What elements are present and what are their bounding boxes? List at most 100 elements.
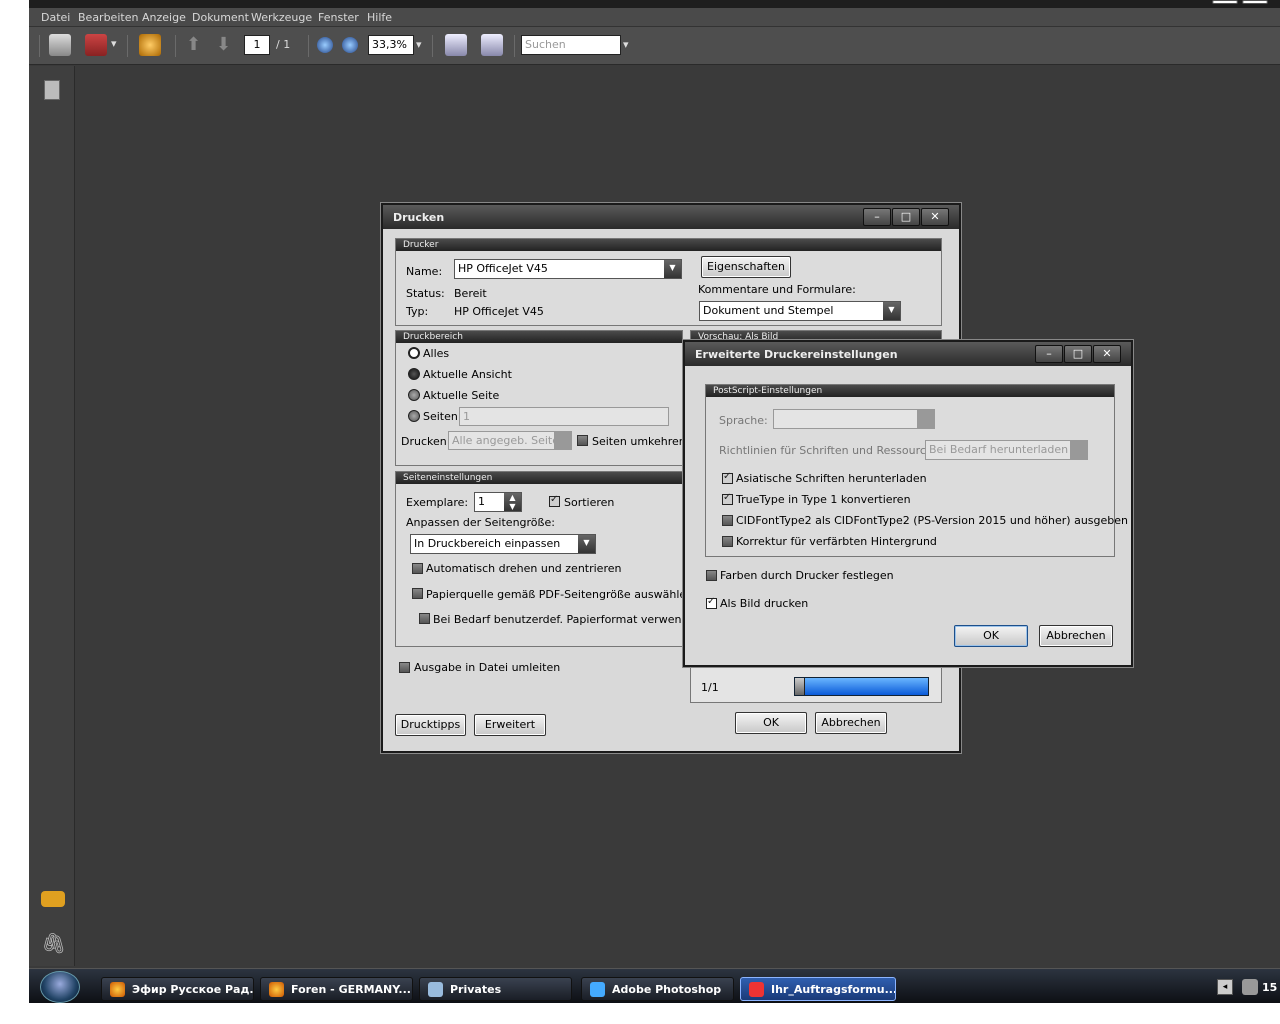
print-range-header: Druckbereich <box>396 331 682 343</box>
print-ok-button[interactable]: OK <box>735 712 807 734</box>
print-tips-button[interactable]: Drucktipps <box>395 714 466 736</box>
custom-paper-checkbox[interactable] <box>419 613 430 624</box>
printer-colors-checkbox[interactable] <box>706 570 717 581</box>
print-cancel-button[interactable]: Abbrechen <box>815 712 887 734</box>
reverse-pages-label: Seiten umkehren <box>592 435 686 448</box>
auto-rotate-checkbox[interactable] <box>412 563 423 574</box>
maximize-button[interactable]: □ <box>1064 345 1092 363</box>
asian-fonts-checkbox[interactable] <box>722 471 733 484</box>
reverse-pages-checkbox[interactable] <box>577 435 588 446</box>
comments-icon[interactable] <box>41 891 65 907</box>
print-subset-select[interactable]: Alle angegeb. Seiten <box>448 431 572 450</box>
bg-correction-checkbox[interactable] <box>722 536 733 547</box>
chevron-down-icon <box>917 410 934 428</box>
toolbar-separator <box>175 35 176 57</box>
advanced-cancel-button[interactable]: Abbrechen <box>1039 625 1113 647</box>
fit-width-icon[interactable] <box>445 34 467 56</box>
arrow-down-icon[interactable]: ⬇ <box>216 34 231 55</box>
menu-anzeige[interactable]: Anzeige <box>142 11 186 24</box>
comments-select[interactable]: Dokument und Stempel ▼ <box>699 301 901 321</box>
start-button[interactable] <box>40 971 80 1003</box>
tray-arrow-icon[interactable]: ◂ <box>1217 979 1233 995</box>
attachment-icon[interactable]: 🖇 <box>41 931 66 955</box>
page-number-input[interactable]: 1 <box>244 35 270 55</box>
print-as-image-checkbox[interactable] <box>706 596 717 609</box>
comment-icon[interactable] <box>139 34 161 56</box>
menu-werkzeuge[interactable]: Werkzeuge <box>251 11 312 24</box>
minimize-button[interactable]: – <box>1035 345 1063 363</box>
comments-label: Kommentare und Formulare: <box>698 283 856 296</box>
menu-dokument[interactable]: Dokument <box>192 11 249 24</box>
close-button[interactable]: ✕ <box>1093 345 1121 363</box>
chevron-down-icon: ▼ <box>578 535 595 553</box>
collate-checkbox[interactable] <box>549 494 560 507</box>
fit-page-icon[interactable] <box>481 34 503 56</box>
stepper-arrows-icon[interactable]: ▲ ▼ <box>504 493 521 511</box>
fonts-policy-select[interactable]: Bei Bedarf herunterladen <box>925 440 1088 460</box>
paper-source-checkbox[interactable] <box>412 588 423 599</box>
print-icon[interactable] <box>49 34 71 56</box>
minimize-button[interactable]: – <box>863 208 891 226</box>
range-view-label: Aktuelle Ansicht <box>423 368 512 381</box>
taskbar-item-privates[interactable]: Privates <box>419 977 572 1001</box>
pages-icon[interactable] <box>44 80 60 100</box>
language-select[interactable] <box>773 409 935 429</box>
properties-button[interactable]: Eigenschaften <box>701 256 791 278</box>
menu-datei[interactable]: Datei <box>41 11 70 24</box>
zoom-in-icon[interactable] <box>342 37 358 53</box>
print-range-group: Druckbereich Alles Aktuelle Ansicht Aktu… <box>395 330 686 466</box>
printer-group: Drucker Name: HP OfficeJet V45 ▼ Eigensch… <box>395 238 942 326</box>
scaling-select[interactable]: In Druckbereich einpassen ▼ <box>410 534 596 554</box>
name-label: Name: <box>406 265 443 278</box>
menu-fenster[interactable]: Fenster <box>318 11 359 24</box>
printer-colors-label: Farben durch Drucker festlegen <box>720 569 894 582</box>
truetype-checkbox[interactable] <box>722 492 733 505</box>
preview-page-slider[interactable] <box>794 677 929 696</box>
print-to-file-checkbox[interactable] <box>399 662 410 673</box>
menu-bearbeiten[interactable]: Bearbeiten <box>78 11 138 24</box>
arrow-up-icon[interactable]: ⬆ <box>186 34 201 55</box>
cidfont-checkbox[interactable] <box>722 515 733 526</box>
printer-name-select[interactable]: HP OfficeJet V45 ▼ <box>454 259 682 279</box>
toolbar-separator <box>39 35 40 57</box>
pages-input[interactable]: 1 <box>459 407 669 426</box>
range-page-radio[interactable] <box>408 389 420 401</box>
close-button[interactable]: ✕ <box>921 208 949 226</box>
zoom-out-icon[interactable] <box>317 37 333 53</box>
chevron-down-icon[interactable]: ▾ <box>623 38 629 51</box>
status-value: Bereit <box>454 287 487 300</box>
page-setup-group: Seiteneinstellungen Exemplare: 1▲▼ Sorti… <box>395 471 702 647</box>
window-minimize-button[interactable] <box>1212 0 1238 4</box>
page-total: / 1 <box>276 38 291 51</box>
chevron-down-icon: ▼ <box>664 260 681 278</box>
taskbar-item-acrobat[interactable]: Ihr_Auftragsformu... <box>740 977 896 1001</box>
range-view-radio[interactable] <box>408 368 420 380</box>
custom-paper-label: Bei Bedarf benutzerdef. Papierformat ver… <box>433 613 703 626</box>
copies-stepper[interactable]: 1 ▲ ▼ <box>474 492 522 512</box>
maximize-button[interactable]: □ <box>892 208 920 226</box>
taskbar: Эфир Русское Рад... Foren - GERMANY.... … <box>29 968 1280 1003</box>
page-setup-header: Seiteneinstellungen <box>396 472 682 484</box>
range-all-radio[interactable] <box>408 347 420 359</box>
chevron-down-icon: ▼ <box>883 302 900 320</box>
printer-group-header: Drucker <box>396 239 941 251</box>
menu-hilfe[interactable]: Hilfe <box>367 11 392 24</box>
advanced-button[interactable]: Erweitert <box>474 714 546 736</box>
advanced-ok-button[interactable]: OK <box>954 625 1028 647</box>
pdf-create-icon[interactable] <box>85 34 107 56</box>
chevron-down-icon <box>554 432 571 449</box>
taskbar-item-foren[interactable]: Foren - GERMANY.... <box>260 977 413 1001</box>
slider-handle[interactable] <box>795 678 805 695</box>
taskbar-item-radio[interactable]: Эфир Русское Рад... <box>101 977 254 1001</box>
range-pages-label: Seiten <box>423 410 458 423</box>
range-pages-radio[interactable] <box>408 410 420 422</box>
print-subset-label: Drucken: <box>401 435 451 448</box>
chevron-down-icon[interactable]: ▾ <box>416 38 422 51</box>
chevron-down-icon[interactable]: ▾ <box>111 37 117 50</box>
zoom-input[interactable]: 33,3% <box>368 35 414 55</box>
search-input[interactable]: Suchen <box>521 35 621 55</box>
taskbar-item-photoshop[interactable]: Adobe Photoshop <box>581 977 734 1001</box>
tray-icon[interactable] <box>1242 979 1258 995</box>
window-close-button[interactable] <box>1242 0 1268 4</box>
preview-navigation: 1/1 <box>690 667 942 703</box>
